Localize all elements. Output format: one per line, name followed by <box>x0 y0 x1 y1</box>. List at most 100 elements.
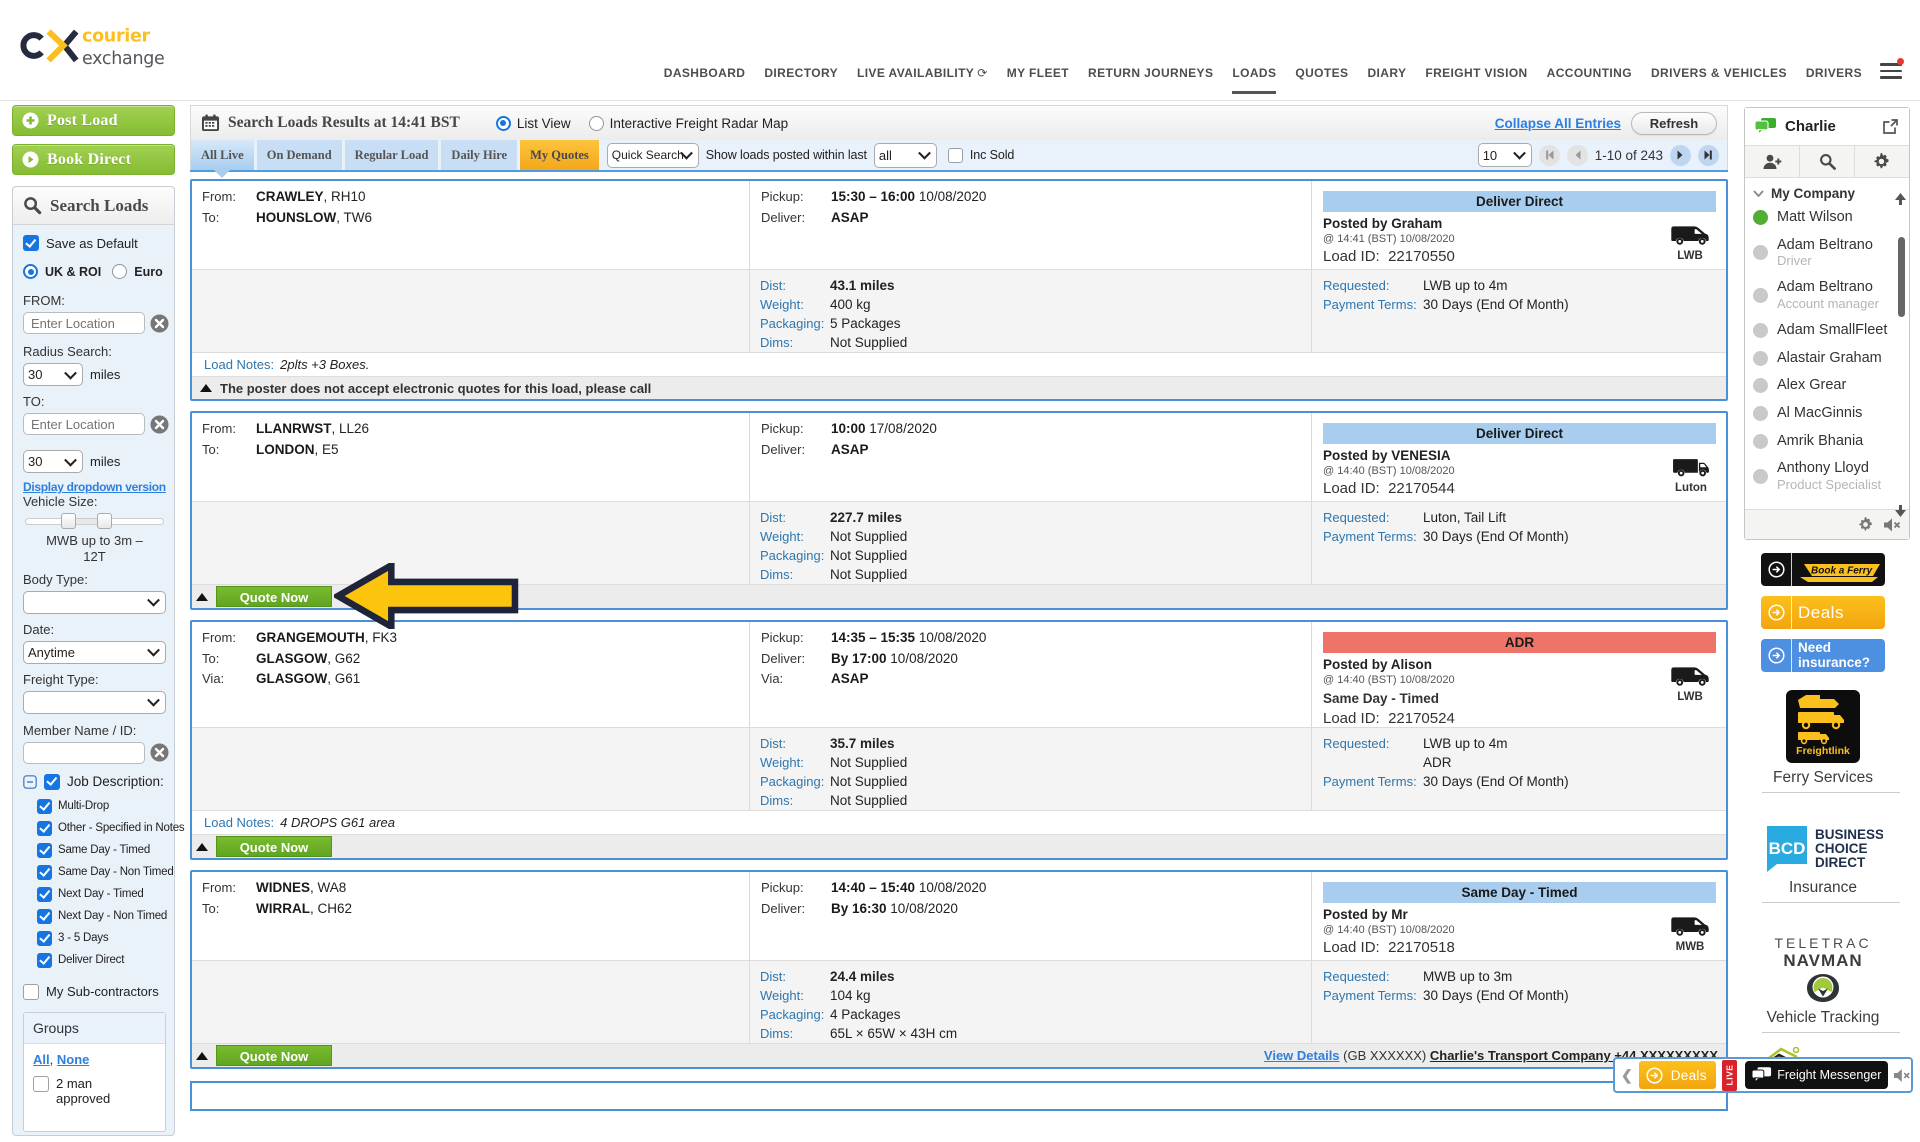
collapse-triangle-icon[interactable] <box>200 384 212 392</box>
date-select[interactable]: Anytime <box>23 641 166 664</box>
quick-search-select[interactable]: Quick Search <box>607 143 699 168</box>
nav-drivers-vehicles[interactable]: DRIVERS & VEHICLES <box>1651 66 1787 80</box>
post-load-button[interactable]: Post Load <box>12 105 175 136</box>
to-radius-select[interactable]: 30 <box>23 450 83 473</box>
job-checkbox-same-day-timed[interactable] <box>37 843 52 858</box>
uk-roi-radio[interactable] <box>23 264 38 279</box>
inc-sold-checkbox[interactable] <box>948 148 963 163</box>
popout-icon[interactable] <box>1882 118 1899 135</box>
tab-daily-hire[interactable]: Daily Hire <box>441 140 517 170</box>
contact-adam-smallfleet[interactable]: Adam SmallFleet <box>1753 322 1895 339</box>
display-dropdown-link[interactable]: Display dropdown version <box>23 480 166 494</box>
vehicle-size-slider[interactable] <box>25 516 164 528</box>
contact-adam-beltrano[interactable]: Adam BeltranoDriver <box>1753 237 1895 269</box>
job-checkbox-next-day-non-timed[interactable] <box>37 909 52 924</box>
job-checkbox-other-specified-in-notes[interactable] <box>37 821 52 836</box>
contact-alastair-graham[interactable]: Alastair Graham <box>1753 350 1895 367</box>
body-type-select[interactable] <box>23 591 166 614</box>
chat-mute-icon[interactable] <box>1884 518 1901 532</box>
contact-matt-wilson[interactable]: Matt Wilson <box>1753 209 1895 226</box>
tab-my-quotes[interactable]: My Quotes <box>520 140 599 170</box>
nav-directory[interactable]: DIRECTORY <box>764 66 838 80</box>
bcd-sponsor[interactable]: BCD BUSINESS CHOICE DIRECT Insurance <box>1761 825 1885 903</box>
euro-radio[interactable] <box>112 264 127 279</box>
posted-within-select[interactable]: all <box>874 143 937 168</box>
contact-al-macginnis[interactable]: Al MacGinnis <box>1753 405 1895 422</box>
courier-exchange-logo[interactable]: courier exchange <box>20 24 180 70</box>
contact-adam-beltrano[interactable]: Adam BeltranoAccount manager <box>1753 279 1895 311</box>
job-checkbox-deliver-direct[interactable] <box>37 953 52 968</box>
freight-type-select[interactable] <box>23 691 166 714</box>
hamburger-menu-icon[interactable] <box>1880 63 1902 81</box>
contact-alex-grear[interactable]: Alex Grear <box>1753 377 1895 394</box>
nav-return-journeys[interactable]: RETURN JOURNEYS <box>1088 66 1213 80</box>
page-size-select[interactable]: 10 <box>1478 143 1532 167</box>
nav-loads[interactable]: LOADS <box>1232 66 1276 80</box>
float-deals-button[interactable]: Deals <box>1639 1061 1716 1089</box>
to-location-input[interactable] <box>23 413 145 435</box>
job-description-checkbox[interactable] <box>44 774 60 790</box>
radius-select[interactable]: 30 <box>23 363 83 386</box>
slider-handle-min[interactable] <box>61 513 76 529</box>
nav-accounting[interactable]: ACCOUNTING <box>1547 66 1632 80</box>
book-direct-button[interactable]: Book Direct <box>12 144 175 175</box>
nav-dashboard[interactable]: DASHBOARD <box>664 66 746 80</box>
nav-live-availability[interactable]: LIVE AVAILABILITY⟳ <box>857 66 988 80</box>
member-input[interactable] <box>23 742 145 764</box>
mute-icon[interactable] <box>1894 1068 1911 1083</box>
prev-page-button[interactable] <box>1567 145 1588 166</box>
save-default-checkbox[interactable] <box>23 235 39 251</box>
clear-from-icon[interactable] <box>150 314 169 333</box>
tab-all-live[interactable]: All Live <box>191 140 254 170</box>
slider-handle-max[interactable] <box>97 513 112 529</box>
quote-now-button[interactable]: Quote Now <box>216 586 332 607</box>
need-insurance-button[interactable]: Needinsurance? <box>1761 639 1885 672</box>
nav-freight-vision[interactable]: FREIGHT VISION <box>1425 66 1527 80</box>
subcontractors-checkbox[interactable] <box>23 984 39 1000</box>
job-checkbox-same-day-non-timed[interactable] <box>37 865 52 880</box>
job-checkbox-3-5-days[interactable] <box>37 931 52 946</box>
clear-member-icon[interactable] <box>150 743 169 762</box>
collapse-triangle-icon[interactable] <box>196 593 208 601</box>
contact-amrik-bhania[interactable]: Amrik Bhania <box>1753 433 1895 450</box>
clear-to-icon[interactable] <box>150 415 169 434</box>
deals-button[interactable]: Deals <box>1761 596 1885 629</box>
quote-now-button[interactable]: Quote Now <box>216 1045 332 1066</box>
nav-my-fleet[interactable]: MY FLEET <box>1007 66 1069 80</box>
groups-all-link[interactable]: All <box>33 1052 50 1067</box>
from-location-input[interactable] <box>23 312 145 334</box>
freightlink-sponsor[interactable]: Freightlink Ferry Services <box>1761 690 1885 793</box>
collapse-minus-icon[interactable] <box>23 775 37 789</box>
refresh-button[interactable]: Refresh <box>1631 112 1717 135</box>
nav-quotes[interactable]: QUOTES <box>1295 66 1348 80</box>
quote-now-button[interactable]: Quote Now <box>216 836 332 857</box>
teletrac-sponsor[interactable]: TELETRAC NAVMAN Vehicle Tracking <box>1761 935 1885 1033</box>
chat-footer-settings-icon[interactable] <box>1858 517 1874 533</box>
view-details-link[interactable]: View Details <box>1264 1048 1340 1063</box>
contact-anthony-lloyd[interactable]: Anthony LloydProduct Specialist <box>1753 460 1895 492</box>
tab-on-demand[interactable]: On Demand <box>257 140 342 170</box>
chat-scrollbar[interactable] <box>1895 207 1907 509</box>
list-view-radio[interactable] <box>496 116 511 131</box>
group-2man-checkbox[interactable] <box>33 1076 49 1092</box>
chat-group-row[interactable]: My Company <box>1745 178 1909 207</box>
map-view-radio[interactable] <box>589 116 604 131</box>
scroll-up-icon[interactable] <box>1895 193 1906 205</box>
groups-none-link[interactable]: None <box>57 1052 90 1067</box>
first-page-button[interactable] <box>1539 145 1560 166</box>
job-checkbox-next-day-timed[interactable] <box>37 887 52 902</box>
tab-regular-load[interactable]: Regular Load <box>345 140 439 170</box>
job-checkbox-multi-drop[interactable] <box>37 799 52 814</box>
chat-settings-button[interactable] <box>1855 146 1909 177</box>
freight-messenger-button[interactable]: Freight Messenger <box>1745 1061 1888 1089</box>
nav-diary[interactable]: DIARY <box>1367 66 1406 80</box>
last-page-button[interactable] <box>1698 145 1719 166</box>
nav-drivers[interactable]: DRIVERS <box>1806 66 1862 80</box>
add-contact-button[interactable] <box>1745 146 1800 177</box>
next-page-button[interactable] <box>1670 145 1691 166</box>
collapse-triangle-icon[interactable] <box>196 843 208 851</box>
book-a-ferry-button[interactable]: Book a Ferry <box>1761 553 1885 586</box>
scroll-down-icon[interactable] <box>1895 505 1906 517</box>
search-contacts-button[interactable] <box>1800 146 1855 177</box>
collapse-all-link[interactable]: Collapse All Entries <box>1495 116 1621 131</box>
